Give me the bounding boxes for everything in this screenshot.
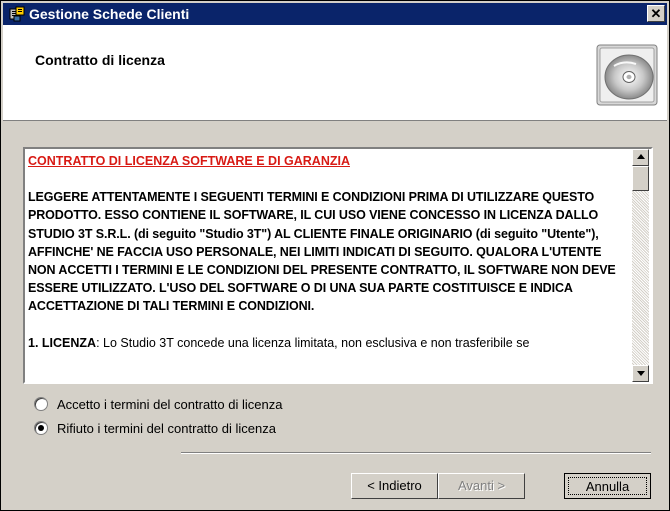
scroll-up-button[interactable] bbox=[632, 149, 649, 166]
title-bar[interactable]: Gestione Schede Clienti ✕ bbox=[3, 3, 667, 25]
arrow-up-icon bbox=[637, 154, 645, 159]
license-section-text: : Lo Studio 3T concede una licenza limit… bbox=[96, 335, 530, 350]
wizard-header: Contratto di licenza bbox=[3, 25, 667, 121]
license-text: CONTRATTO DI LICENZA SOFTWARE E DI GARAN… bbox=[28, 151, 631, 380]
arrow-down-icon bbox=[637, 371, 645, 376]
reject-label: Rifiuto i termini del contratto di licen… bbox=[57, 420, 276, 436]
separator bbox=[181, 452, 651, 454]
license-text-box[interactable]: CONTRATTO DI LICENZA SOFTWARE E DI GARAN… bbox=[23, 147, 653, 384]
page-title: Contratto di licenza bbox=[35, 52, 165, 68]
license-paragraph: LEGGERE ATTENTAMENTE I SEGUENTI TERMINI … bbox=[28, 190, 616, 314]
scroll-down-button[interactable] bbox=[632, 365, 649, 382]
close-icon: ✕ bbox=[650, 6, 662, 21]
vertical-scrollbar[interactable] bbox=[632, 149, 649, 382]
cancel-button[interactable]: Annulla bbox=[564, 473, 651, 499]
cd-icon bbox=[596, 44, 658, 106]
cancel-label: Annulla bbox=[568, 477, 647, 495]
reject-option[interactable]: Rifiuto i termini del contratto di licen… bbox=[34, 418, 276, 438]
app-icon bbox=[9, 6, 25, 22]
close-button[interactable]: ✕ bbox=[647, 5, 665, 22]
license-heading: CONTRATTO DI LICENZA SOFTWARE E DI GARAN… bbox=[28, 154, 350, 168]
accept-option[interactable]: Accetto i termini del contratto di licen… bbox=[34, 394, 282, 414]
license-section: 1. LICENZA: Lo Studio 3T concede una lic… bbox=[28, 334, 631, 352]
installer-window: Gestione Schede Clienti ✕ Contratto di l… bbox=[0, 0, 670, 511]
radio-selected-dot bbox=[38, 425, 44, 431]
window-title: Gestione Schede Clienti bbox=[29, 6, 190, 22]
license-section-label: 1. LICENZA bbox=[28, 335, 97, 350]
accept-radio[interactable] bbox=[34, 397, 48, 411]
next-button[interactable]: Avanti > bbox=[438, 473, 525, 499]
reject-radio[interactable] bbox=[34, 421, 48, 435]
scroll-thumb[interactable] bbox=[632, 166, 649, 191]
back-button[interactable]: < Indietro bbox=[351, 473, 438, 499]
accept-label: Accetto i termini del contratto di licen… bbox=[57, 396, 283, 412]
